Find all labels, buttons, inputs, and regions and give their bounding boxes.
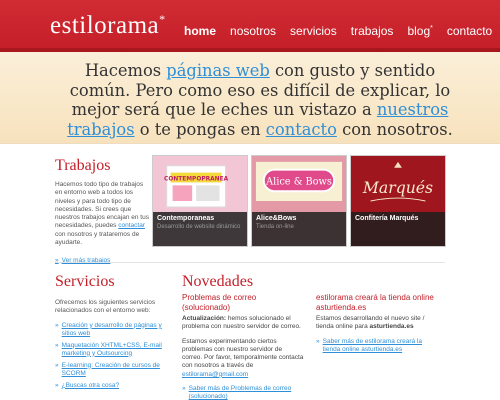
alice-bows-art-text: Alice & Bows xyxy=(265,176,332,187)
news-body-text: Estamos experimentando ciertos problemas… xyxy=(182,337,304,370)
nav-blog-label: blog xyxy=(407,24,431,38)
news-more-link[interactable]: Saber más de estilorama creará la tienda… xyxy=(323,338,438,354)
news-update-label: Actualización: xyxy=(182,315,227,322)
list-item: » Creación y desarrollo de páginas y siti… xyxy=(55,322,170,338)
work-subtitle: Desarrollo de website dinámico xyxy=(157,224,241,230)
news-more-link[interactable]: Saber más de Problemas de correo (soluci… xyxy=(189,385,304,400)
hero-text-3: o te pongas en xyxy=(134,119,266,139)
novedades-section: Novedades Problemas de correo (soluciona… xyxy=(182,273,452,400)
news-body: Estamos experimentando ciertos problemas… xyxy=(182,338,304,379)
servicio-link[interactable]: Maquetación XHTML+CSS, E-mail marketing … xyxy=(62,342,170,358)
servicios-section: Servicios Ofrecemos los siguientes servi… xyxy=(55,273,170,394)
arrow-right-icon: » xyxy=(55,381,59,389)
hero-link-paginas-web[interactable]: páginas web xyxy=(166,61,269,80)
arrow-right-icon: » xyxy=(55,341,59,349)
news-body: Estamos desarrollando el nuevo site / ti… xyxy=(316,315,438,332)
work-title: Confitería Marqués xyxy=(355,215,419,222)
ver-mas-trabajos-label: Ver más trabajos xyxy=(61,257,111,265)
contemporaneas-art-text: CONTEMPOPRANEA xyxy=(164,176,229,182)
servicios-intro: Ofrecemos los siguientes servicios relac… xyxy=(55,299,156,315)
trabajos-text: Hacemos todo tipo de trabajos en entorno… xyxy=(55,181,150,247)
nav-contacto[interactable]: contacto xyxy=(447,24,492,38)
email-link[interactable]: estilorama@gmail.com xyxy=(182,371,248,378)
arrow-right-icon: » xyxy=(55,321,59,329)
hero-link-contacto[interactable]: contacto xyxy=(266,120,337,139)
main-nav: home nosotros servicios trabajos blog* c… xyxy=(184,24,500,38)
ver-mas-trabajos-link[interactable]: » Ver más trabajos xyxy=(55,257,150,264)
list-item: » ¿Buscas otra cosa? xyxy=(55,382,170,390)
news-title: estilorama creará la tienda online astur… xyxy=(316,293,434,312)
trabajos-section: Trabajos Hacemos todo tipo de trabajos e… xyxy=(55,157,150,264)
nav-blog-mark: * xyxy=(430,25,433,32)
trabajos-title: Trabajos xyxy=(55,157,111,174)
news-more: » Saber más de estilorama creará la tiend… xyxy=(316,338,438,354)
servicios-title: Servicios xyxy=(55,273,115,290)
hero-text-4: con nosotros. xyxy=(336,119,453,139)
news-update: Actualización: hemos solucionado el prob… xyxy=(182,315,304,332)
nav-home[interactable]: home xyxy=(184,24,216,38)
hero-text-1: Hacemos xyxy=(84,61,167,80)
arrow-right-icon: » xyxy=(55,361,59,369)
arrow-right-icon: » xyxy=(55,257,59,265)
work-subtitle: Tienda on-line xyxy=(256,224,294,230)
work-caption: Confitería Marqués xyxy=(351,212,445,246)
nav-blog[interactable]: blog* xyxy=(407,24,432,38)
news-title: Problemas de correo (solucionado) xyxy=(182,293,257,312)
servicio-link[interactable]: ¿Buscas otra cosa? xyxy=(62,382,119,390)
list-item: » E-learning: Creación de cursos de SCORM xyxy=(55,362,170,378)
trabajos-text-2: con nosotros y trataremos de ayudarte. xyxy=(55,230,140,247)
work-item-contemporaneas[interactable]: CONTEMPOPRANEA Contemporaneas Desarrollo… xyxy=(152,155,248,247)
site-logo[interactable]: estilorama* xyxy=(50,12,166,40)
section-divider xyxy=(55,262,445,263)
trabajos-contact-link[interactable]: contactar xyxy=(118,222,145,229)
work-caption: Contemporaneas Desarrollo de website din… xyxy=(153,212,247,246)
servicio-link[interactable]: E-learning: Creación de cursos de SCORM xyxy=(62,362,170,378)
work-title: Contemporaneas xyxy=(157,215,215,222)
news-item-correo: Problemas de correo (solucionado) Actual… xyxy=(182,293,304,400)
hero-banner: Hacemos páginas web con gusto y sentido … xyxy=(0,52,500,144)
news-item-asturtienda: estilorama creará la tienda online astur… xyxy=(316,293,438,354)
nav-servicios[interactable]: servicios xyxy=(290,24,337,38)
arrow-right-icon: » xyxy=(316,337,320,345)
work-title: Alice&Bows xyxy=(256,215,297,222)
site-header: estilorama* home nosotros servicios trab… xyxy=(0,0,500,52)
work-item-confiteria-marques[interactable]: Marqués Confitería Marqués xyxy=(350,155,446,247)
work-item-alice-bows[interactable]: Alice & Bows Alice&Bows Tienda on-line xyxy=(251,155,347,247)
nav-nosotros[interactable]: nosotros xyxy=(230,24,276,38)
work-caption: Alice&Bows Tienda on-line xyxy=(252,212,346,246)
news-body-bold: asturtienda.es xyxy=(369,323,414,331)
marques-art-text: Marqués xyxy=(362,178,433,197)
novedades-title: Novedades xyxy=(182,273,254,290)
list-item: » Maquetación XHTML+CSS, E-mail marketing… xyxy=(55,342,170,358)
logo-text: estilorama xyxy=(50,12,160,39)
logo-mark: * xyxy=(159,12,166,26)
servicio-link[interactable]: Creación y desarrollo de páginas y sitio… xyxy=(62,322,170,338)
nav-trabajos[interactable]: trabajos xyxy=(351,24,394,38)
hero-text: Hacemos páginas web con gusto y sentido … xyxy=(55,61,465,139)
arrow-right-icon: » xyxy=(182,385,186,393)
news-more: » Saber más de Problemas de correo (soluc… xyxy=(182,385,304,400)
servicios-list: » Creación y desarrollo de páginas y siti… xyxy=(55,322,170,390)
